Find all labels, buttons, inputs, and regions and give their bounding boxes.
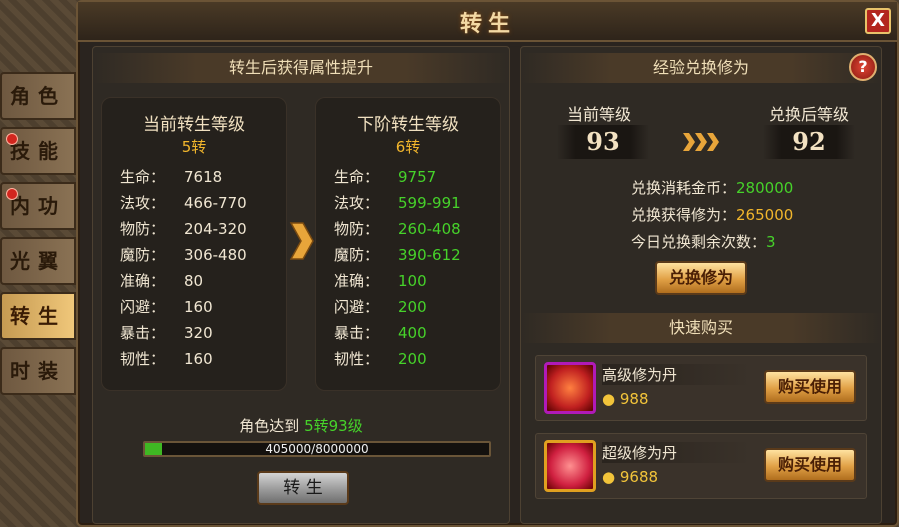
- rebirth-window: 转生 X 转生后获得属性提升 当前转生等级 5转 生命： 7618 法攻： 466-…: [76, 0, 899, 527]
- help-button[interactable]: ?: [849, 53, 877, 81]
- panel-title: 经验兑换修为: [521, 53, 881, 83]
- quick-buy-title: 快速购买: [521, 313, 881, 343]
- side-tabs: 角色 技能 内功 光翼 转生 时装: [0, 72, 80, 402]
- next-rebirth-level: 6转: [395, 138, 421, 156]
- stat-row: 魔防： 306-480: [120, 246, 247, 264]
- panel-title: 转生后获得属性提升: [93, 53, 509, 83]
- progress-text: 405000/8000000: [265, 442, 369, 456]
- shop-item: 超级修为丹 ● 9688 购买使用: [535, 433, 867, 499]
- stat-row: 物防： 260-408: [334, 220, 461, 238]
- tab-character[interactable]: 角色: [0, 72, 76, 120]
- stat-row: 韧性： 200: [334, 350, 427, 368]
- triple-chevron-icon: [683, 133, 719, 151]
- current-level-box: 当前转生等级 5转 生命： 7618 法攻： 466-770 物防： 204-320 …: [101, 97, 287, 391]
- tab-inner-power[interactable]: 内功: [0, 182, 76, 230]
- cost-row: 兑换消耗金币：280000: [631, 179, 794, 197]
- gold-ingot-icon: ●: [602, 468, 616, 486]
- current-level-label: 当前等级: [567, 105, 632, 124]
- remaining-row: 今日兑换剩余次数：3: [631, 233, 776, 251]
- cultivation-pill-gold-icon: [544, 440, 596, 492]
- tab-skills[interactable]: 技能: [0, 127, 76, 175]
- stat-row: 闪避： 160: [120, 298, 213, 316]
- tab-wings[interactable]: 光翼: [0, 237, 76, 285]
- item-price: ● 9688: [602, 468, 659, 486]
- title-bar: 转生 X: [78, 2, 897, 42]
- rebirth-button[interactable]: 转 生: [257, 471, 349, 505]
- gain-row: 兑换获得修为：265000: [631, 206, 794, 224]
- stat-row: 物防： 204-320: [120, 220, 247, 238]
- stat-row: 暴击： 320: [120, 324, 213, 342]
- requirement-line: 角色达到 5转93级: [239, 417, 363, 435]
- next-level-header: 下阶转生等级: [357, 115, 459, 135]
- buy-use-button[interactable]: 购买使用: [764, 370, 856, 404]
- shop-item: 高级修为丹 ● 988 购买使用: [535, 355, 867, 421]
- experience-progress-bar: 405000/8000000: [143, 441, 491, 457]
- window-title: 转生: [459, 12, 516, 37]
- tab-fashion[interactable]: 时装: [0, 347, 76, 395]
- current-level-value: 93: [557, 125, 649, 159]
- item-name: 高级修为丹: [602, 364, 752, 385]
- current-rebirth-level: 5转: [181, 138, 207, 156]
- notification-dot: [6, 188, 18, 200]
- stat-row: 韧性： 160: [120, 350, 213, 368]
- item-price: ● 988: [602, 390, 649, 408]
- after-level-value: 92: [763, 125, 855, 159]
- after-level-label: 兑换后等级: [769, 105, 850, 124]
- next-level-box: 下阶转生等级 6转 生命： 9757 法攻： 599-991 物防： 260-408 …: [315, 97, 501, 391]
- stat-row: 魔防： 390-612: [334, 246, 461, 264]
- item-name: 超级修为丹: [602, 442, 752, 463]
- exchange-button[interactable]: 兑换修为: [655, 261, 747, 295]
- buy-use-button[interactable]: 购买使用: [764, 448, 856, 482]
- exp-exchange-panel: 经验兑换修为 ? 当前等级 兑换后等级 93 92 兑换消耗金币：280000 …: [520, 46, 882, 524]
- stat-row: 准确： 80: [120, 272, 204, 290]
- close-button[interactable]: X: [865, 8, 891, 34]
- rebirth-attributes-panel: 转生后获得属性提升 当前转生等级 5转 生命： 7618 法攻： 466-770 物…: [92, 46, 510, 524]
- chevron-right-icon: [289, 222, 314, 260]
- current-level-header: 当前转生等级: [143, 115, 245, 135]
- stat-row: 暴击： 400: [334, 324, 427, 342]
- stat-row: 闪避： 200: [334, 298, 427, 316]
- stat-row: 法攻： 599-991: [334, 194, 461, 212]
- stat-row: 生命： 9757: [334, 168, 437, 186]
- stat-row: 法攻： 466-770: [120, 194, 247, 212]
- tab-rebirth[interactable]: 转生: [0, 292, 76, 340]
- cultivation-pill-purple-icon: [544, 362, 596, 414]
- gold-ingot-icon: ●: [602, 390, 616, 408]
- stat-row: 生命： 7618: [120, 168, 223, 186]
- notification-dot: [6, 133, 18, 145]
- stat-row: 准确： 100: [334, 272, 427, 290]
